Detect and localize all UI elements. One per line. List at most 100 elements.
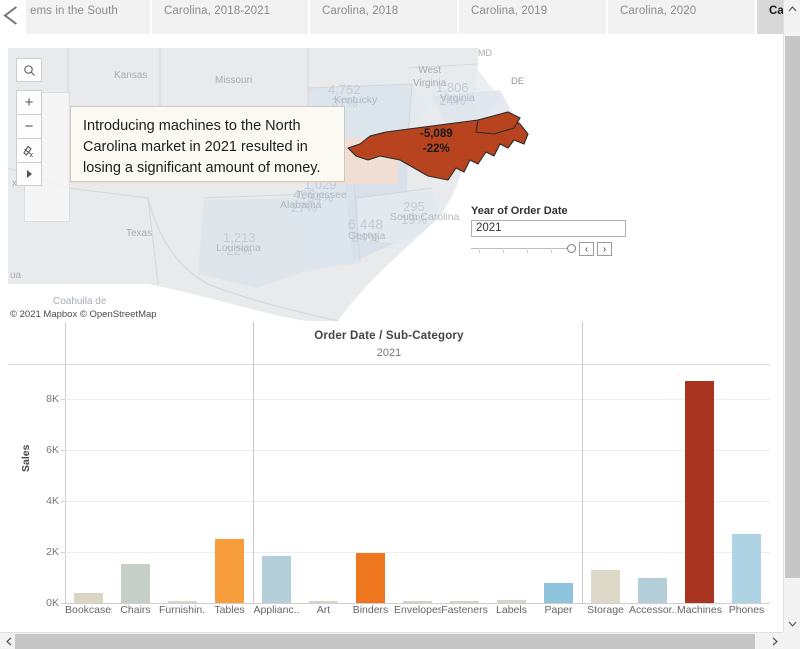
x-axis-tick-label: Applianc.. xyxy=(253,604,300,616)
bar-applianc[interactable] xyxy=(262,556,291,603)
map-annotation-callout[interactable]: Introducing machines to the North Caroli… xyxy=(70,106,345,182)
grid-line xyxy=(65,552,770,553)
chevron-right-icon[interactable] xyxy=(766,633,783,649)
x-axis-tick-label: Labels xyxy=(488,604,535,616)
y-axis-tick xyxy=(61,450,65,451)
year-filter-value-input[interactable]: 2021 xyxy=(471,220,626,237)
tab-story-point-3[interactable]: Carolina, 2019 xyxy=(459,0,608,34)
map-state-name-alabama: Alabama xyxy=(280,199,321,211)
x-axis-tick-label: Phones xyxy=(723,604,770,616)
y-axis-tick-label: 6K xyxy=(46,444,59,456)
bar-bookcases[interactable] xyxy=(74,593,103,603)
bar-paper[interactable] xyxy=(544,583,573,603)
map-annotation-text: Introducing machines to the North Caroli… xyxy=(83,118,321,176)
bar-envelopes[interactable] xyxy=(403,601,432,603)
bar-fasteners[interactable] xyxy=(450,601,479,603)
y-axis-title: Sales xyxy=(20,445,32,472)
svg-text:x: x xyxy=(30,152,34,158)
year-filter-prev-button[interactable]: ‹ xyxy=(579,242,594,256)
map-selected-state-label: -5,089 -22% xyxy=(420,127,453,157)
x-axis-tick-label: Storage xyxy=(582,604,629,616)
y-axis-tick xyxy=(61,552,65,553)
bar-furnishin[interactable] xyxy=(168,601,197,603)
vertical-scroll-thumb[interactable] xyxy=(785,36,800,578)
clear-selection-icon[interactable]: x xyxy=(16,138,42,162)
slider-tick xyxy=(479,250,480,253)
y-axis-tick xyxy=(61,399,65,400)
bar-chart-view[interactable]: Order Date / Sub-Category 2021 Sales 0K2… xyxy=(8,322,778,622)
x-axis-tick-label: Bookcases xyxy=(65,604,112,616)
tab-story-point-1[interactable]: Carolina, 2018-2021 xyxy=(152,0,310,34)
x-axis-tick-label: Envelopes xyxy=(394,604,441,616)
x-axis-tick-label: Furnishin.. xyxy=(159,604,206,616)
y-axis-tick-label: 0K xyxy=(46,597,59,609)
bar-machines[interactable] xyxy=(685,381,714,603)
map-attribution: © 2021 Mapbox © OpenStreetMap xyxy=(8,308,161,321)
map-state-name-kentucky: Kentucky xyxy=(334,94,377,106)
bar-chairs[interactable] xyxy=(121,564,150,603)
x-axis-tick-label: Paper xyxy=(535,604,582,616)
chart-plot-area: 0K2K4K6K8KBookcasesChairsFurnishin..Tabl… xyxy=(65,368,770,603)
chevron-down-icon[interactable] xyxy=(784,615,800,632)
x-axis-tick-label: Fasteners xyxy=(441,604,488,616)
grid-line xyxy=(65,399,770,400)
worksheet-tab-strip: ems in the South Carolina, 2018-2021 Car… xyxy=(0,0,800,34)
map-geometry xyxy=(8,48,778,321)
bar-binders[interactable] xyxy=(356,553,385,603)
x-axis-tick-label: Accessor.. xyxy=(629,604,676,616)
horizontal-scrollbar[interactable] xyxy=(0,632,783,649)
grid-line xyxy=(65,501,770,502)
map-state-name-virginia: Virginia xyxy=(440,92,475,104)
year-filter-controls: ‹ › xyxy=(471,242,626,256)
y-axis-tick xyxy=(61,501,65,502)
bar-phones[interactable] xyxy=(732,534,761,603)
bar-accessor[interactable] xyxy=(638,578,667,603)
tab-story-point-4[interactable]: Carolina, 2020 xyxy=(608,0,757,34)
bar-labels[interactable] xyxy=(497,600,526,603)
y-axis-line xyxy=(65,322,66,603)
tab-label: ems in the South xyxy=(30,4,118,18)
map-state-name-south-carolina: South Carolina xyxy=(390,211,459,223)
x-axis-tick-label: Binders xyxy=(347,604,394,616)
chart-title: Order Date / Sub-Category xyxy=(8,330,770,342)
x-axis-tick-label: Tables xyxy=(206,604,253,616)
zoom-in-icon[interactable]: + xyxy=(16,90,42,114)
horizontal-scroll-thumb[interactable] xyxy=(15,634,755,649)
year-of-order-date-filter: Year of Order Date 2021 ‹ › xyxy=(471,205,626,256)
tab-label: Carolina, 2020 xyxy=(620,4,696,18)
bar-tables[interactable] xyxy=(215,539,244,603)
tab-label: Carolina, 2018-2021 xyxy=(164,4,270,18)
map-view[interactable]: Kansas Missouri Texas Coahuila de ua ar … xyxy=(8,48,778,321)
search-icon[interactable] xyxy=(16,58,42,82)
x-axis-tick-label: Machines xyxy=(676,604,723,616)
chevron-up-icon[interactable] xyxy=(784,0,800,17)
scrollbar-corner xyxy=(783,632,800,649)
bar-storage[interactable] xyxy=(591,570,620,603)
tableau-dashboard: ems in the South Carolina, 2018-2021 Car… xyxy=(0,0,800,649)
slider-tick xyxy=(551,250,552,253)
expand-toolbar-icon[interactable] xyxy=(16,162,42,186)
map-state-name-louisiana: Louisiana xyxy=(216,242,261,254)
map-zoom-group: + − x xyxy=(16,90,50,186)
tab-label: Carolina, 2019 xyxy=(471,4,547,18)
zoom-out-icon[interactable]: − xyxy=(16,114,42,138)
slider-tick xyxy=(503,250,504,253)
tab-story-point-2[interactable]: Carolina, 2018 xyxy=(310,0,459,34)
map-selected-state-value: -5,089 xyxy=(420,128,453,140)
year-filter-slider[interactable] xyxy=(471,243,576,255)
tab-story-point-0[interactable]: ems in the South xyxy=(26,0,152,34)
map-toolbar: + − x xyxy=(16,58,50,186)
bar-art[interactable] xyxy=(309,601,338,603)
slider-handle[interactable] xyxy=(567,244,576,253)
y-axis-tick-label: 2K xyxy=(46,546,59,558)
map-selected-state-pct: -22% xyxy=(423,143,450,155)
year-filter-next-button[interactable]: › xyxy=(597,242,612,256)
panel-separator xyxy=(253,322,254,603)
y-axis-tick-label: 4K xyxy=(46,495,59,507)
vertical-scrollbar[interactable] xyxy=(783,0,800,649)
tab-scroll-left-icon[interactable] xyxy=(0,0,26,34)
slider-tick xyxy=(527,250,528,253)
x-axis-tick-label: Chairs xyxy=(112,604,159,616)
tab-label: Carolina, 2018 xyxy=(322,4,398,18)
chart-subtitle: 2021 xyxy=(8,347,770,359)
